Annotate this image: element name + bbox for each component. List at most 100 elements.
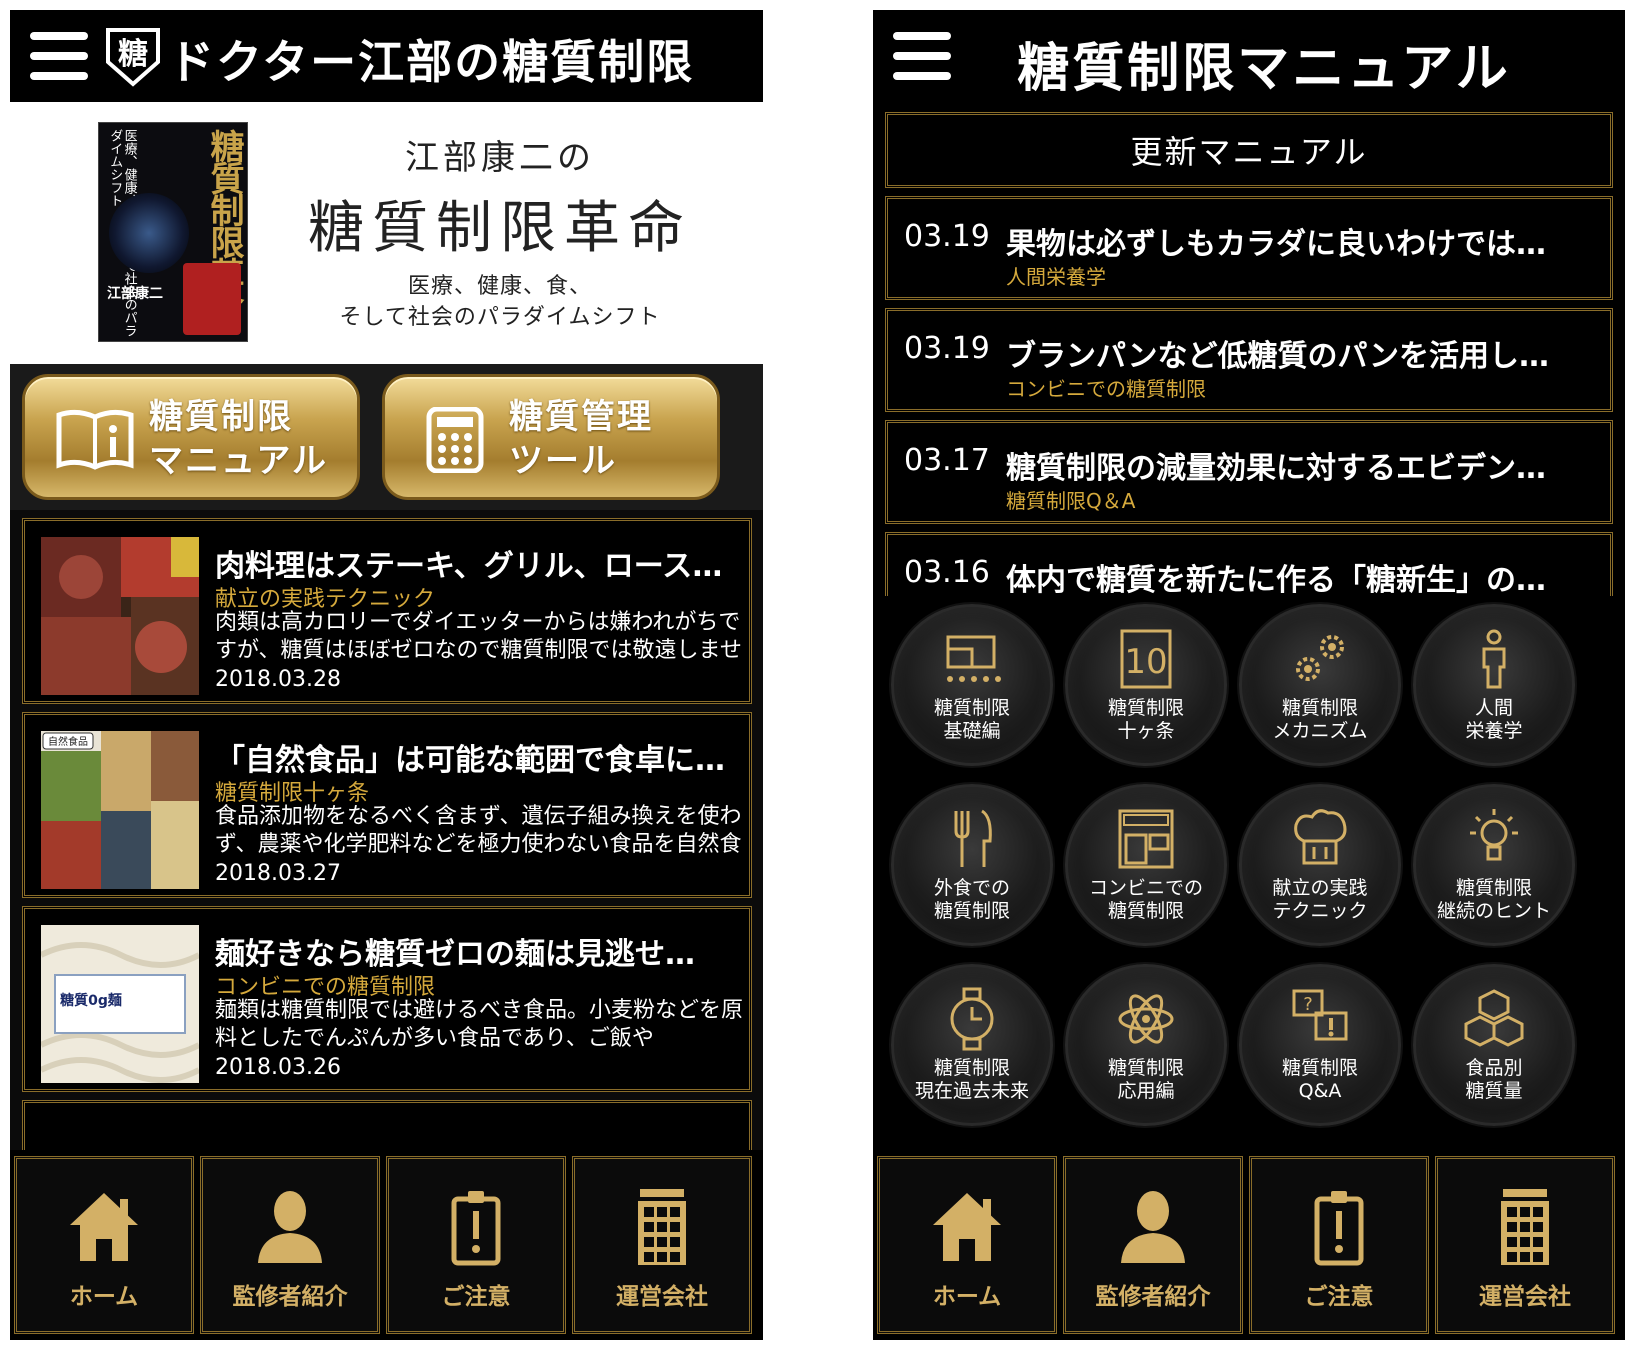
article-card[interactable]: 肉料理はステーキ、グリル、ロースト… 献立の実践テクニック 肉類は高カロリーでダ…: [22, 518, 752, 704]
category-continuation-tips[interactable]: 糖質制限 継続のヒント: [1413, 784, 1575, 946]
update-category: 人間栄養学: [1006, 265, 1106, 289]
article-title: 肉料理はステーキ、グリル、ロースト…: [215, 549, 743, 584]
category-label: 糖質制限 十ヶ条: [1107, 697, 1184, 742]
category-grid: 糖質制限 基礎編 10 糖質制限 十ヶ条 糖質制限 メカニズム 人間 栄養学 外…: [873, 596, 1625, 1150]
carb-tool-button-label: 糖質管理 ツール: [509, 397, 653, 481]
nav-company-label: 運営会社: [616, 1284, 708, 1310]
svg-text:10: 10: [1124, 642, 1167, 682]
article-thumbnail-noodles: 糖質0g麺: [41, 925, 199, 1083]
category-convenience-store[interactable]: コンビニでの 糖質制限: [1065, 784, 1227, 946]
nav-supervisor[interactable]: 監修者紹介: [1063, 1156, 1243, 1334]
category-label: 糖質制限 継続のヒント: [1436, 877, 1551, 922]
category-label: 糖質制限 現在過去未来: [914, 1057, 1029, 1102]
article-description: 肉類は高カロリーでダイエッターからは嫌われがちですが、糖質はほぼゼロなので糖質制…: [215, 610, 742, 663]
update-date: 03.16: [904, 555, 990, 590]
nav-supervisor[interactable]: 監修者紹介: [200, 1156, 380, 1334]
manual-button[interactable]: 糖質制限 マニュアル: [22, 374, 360, 500]
building-icon: [1501, 1189, 1549, 1265]
nav-company[interactable]: 運営会社: [1435, 1156, 1615, 1334]
update-item[interactable]: 03.19 ブランパンなど低糖質のパンを活用し… コンビニでの糖質制限: [885, 308, 1613, 412]
nav-notice-label: ご注意: [1304, 1284, 1374, 1310]
notice-badge-icon: [1314, 1191, 1364, 1266]
update-category: コンビニでの糖質制限: [1006, 377, 1206, 401]
nav-supervisor-label: 監修者紹介: [232, 1284, 348, 1310]
app-bar: 糖 ドクター江部の糖質制限: [10, 10, 763, 102]
category-past-present-future[interactable]: 糖質制限 現在過去未来: [891, 964, 1053, 1126]
article-list[interactable]: 肉料理はステーキ、グリル、ロースト… 献立の実践テクニック 肉類は高カロリーでダ…: [10, 510, 763, 1150]
menu-icon[interactable]: [30, 32, 88, 80]
category-label: 糖質制限 基礎編: [933, 697, 1010, 742]
chef-hat-icon: [1294, 809, 1347, 865]
update-item[interactable]: 03.17 糖質制限の減量効果に対するエビデン… 糖質制限Q＆A: [885, 420, 1613, 524]
article-thumbnail-natural-food: 自然食品: [41, 731, 199, 889]
nav-notice[interactable]: ご注意: [386, 1156, 566, 1334]
category-menu-technique[interactable]: 献立の実践 テクニック: [1239, 784, 1401, 946]
app-title: ドクター江部の糖質制限: [168, 35, 695, 89]
category-label: 外食での 糖質制限: [933, 877, 1010, 922]
home-icon: [70, 1193, 138, 1261]
book-banner[interactable]: 糖質制限革命 医療、健康、食、そして社会のパラダイムシフト 江部康二 江部康二の…: [10, 102, 763, 364]
home-screen: 糖 ドクター江部の糖質制限 糖質制限革命 医療、健康、食、そして社会のパラダイム…: [10, 10, 763, 1340]
banner-line-3a: 医療、健康、食、: [407, 274, 592, 299]
person-silhouette-icon: [1121, 1191, 1185, 1263]
banner-line-1: 江部康二の: [405, 138, 595, 178]
thumbnail-label: 自然食品: [48, 735, 88, 748]
lightbulb-icon: [1470, 809, 1518, 861]
category-qa[interactable]: ? 糖質制限 Q&A: [1239, 964, 1401, 1126]
article-description: 食品添加物をなるべく含まず、遺伝子組み換えを使わず、農薬や化学肥料などを極力使わ…: [215, 804, 742, 857]
update-title: ブランパンなど低糖質のパンを活用し…: [1006, 339, 1549, 374]
category-basics[interactable]: 糖質制限 基礎編: [891, 604, 1053, 766]
category-carbs-by-food[interactable]: 食品別 糖質量: [1413, 964, 1575, 1126]
category-label: 糖質制限 応用編: [1107, 1057, 1184, 1102]
update-list[interactable]: 03.19 果物は必ずしもカラダに良いわけでは… 人間栄養学 03.19 ブラン…: [873, 196, 1625, 596]
category-ten-rules[interactable]: 10 糖質制限 十ヶ条: [1065, 604, 1227, 766]
svg-text:?: ?: [1303, 994, 1313, 1015]
watch-icon: [950, 987, 994, 1051]
article-thumbnail-meat: [41, 537, 199, 695]
article-card[interactable]: 自然食品 「自然食品」は可能な範囲で食卓に… 糖質制限十ヶ条 食品添加物をなるべ…: [22, 712, 752, 898]
manual-screen: 糖質制限マニュアル 更新マニュアル 03.19 果物は必ずしもカラダに良いわけで…: [873, 10, 1625, 1340]
question-answer-icon: ?: [1292, 989, 1348, 1041]
article-card-partial[interactable]: [22, 1100, 752, 1150]
banner-text: 江部康二の 糖質制限革命 医療、健康、食、 そして社会のパラダイムシフト: [280, 130, 720, 334]
page-title: 糖質制限マニュアル: [1017, 39, 1511, 99]
update-category: 糖質制限Q＆A: [1006, 489, 1136, 513]
article-card[interactable]: 糖質0g麺 麺好きなら糖質ゼロの麺は見逃せ… コンビニでの糖質制限 麺類は糖質制…: [22, 906, 752, 1092]
bottom-nav: ホーム 監修者紹介 ご注意 運営会社: [873, 1150, 1625, 1340]
building-icon: [638, 1189, 686, 1265]
carb-tool-button[interactable]: 糖質管理 ツール: [382, 374, 720, 500]
category-label: 糖質制限 メカニズム: [1272, 697, 1368, 742]
main-buttons: 糖質制限 マニュアル 糖質管理 ツール: [10, 364, 763, 510]
fork-knife-icon: [954, 809, 992, 867]
category-mechanism[interactable]: 糖質制限 メカニズム: [1239, 604, 1401, 766]
update-item[interactable]: 03.19 果物は必ずしもカラダに良いわけでは… 人間栄養学: [885, 196, 1613, 300]
category-applied[interactable]: 糖質制限 応用編: [1065, 964, 1227, 1126]
store-icon: [1118, 809, 1174, 869]
category-nutrition[interactable]: 人間 栄養学: [1413, 604, 1575, 766]
person-silhouette-icon: [258, 1191, 322, 1263]
nav-home-label: ホーム: [69, 1284, 139, 1310]
cubes-icon: [1464, 989, 1524, 1047]
article-description: 麺類は糖質制限では避けるべき食品。小麦粉などを原料としたでんぷんが多い食品であり…: [215, 998, 744, 1051]
nav-company[interactable]: 運営会社: [572, 1156, 752, 1334]
banner-line-2: 糖質制限革命: [308, 196, 692, 261]
article-date: 2018.03.28: [215, 667, 341, 692]
update-item[interactable]: 03.16 体内で糖質を新たに作る「糖新生」の…: [885, 532, 1613, 596]
logo-icon: 糖: [106, 28, 160, 87]
nav-home[interactable]: ホーム: [14, 1156, 194, 1334]
article-title: 麺好きなら糖質ゼロの麺は見逃せ…: [215, 937, 695, 972]
category-label: 人間 栄養学: [1465, 697, 1523, 742]
book-cover-image: 糖質制限革命 医療、健康、食、そして社会のパラダイムシフト 江部康二: [98, 122, 248, 342]
nav-home[interactable]: ホーム: [877, 1156, 1057, 1334]
cover-red-badge: [183, 263, 241, 335]
home-icon: [933, 1193, 1001, 1261]
update-title: 糖質制限の減量効果に対するエビデン…: [1006, 451, 1546, 486]
app-bar: 糖質制限マニュアル: [873, 10, 1625, 102]
nav-notice[interactable]: ご注意: [1249, 1156, 1429, 1334]
nav-company-label: 運営会社: [1479, 1284, 1571, 1310]
book-info-icon: [56, 409, 134, 470]
update-date: 03.19: [904, 331, 990, 366]
thumbnail-label: 糖質0g麺: [60, 992, 122, 1009]
category-label: 献立の実践 テクニック: [1272, 877, 1368, 922]
category-eating-out[interactable]: 外食での 糖質制限: [891, 784, 1053, 946]
